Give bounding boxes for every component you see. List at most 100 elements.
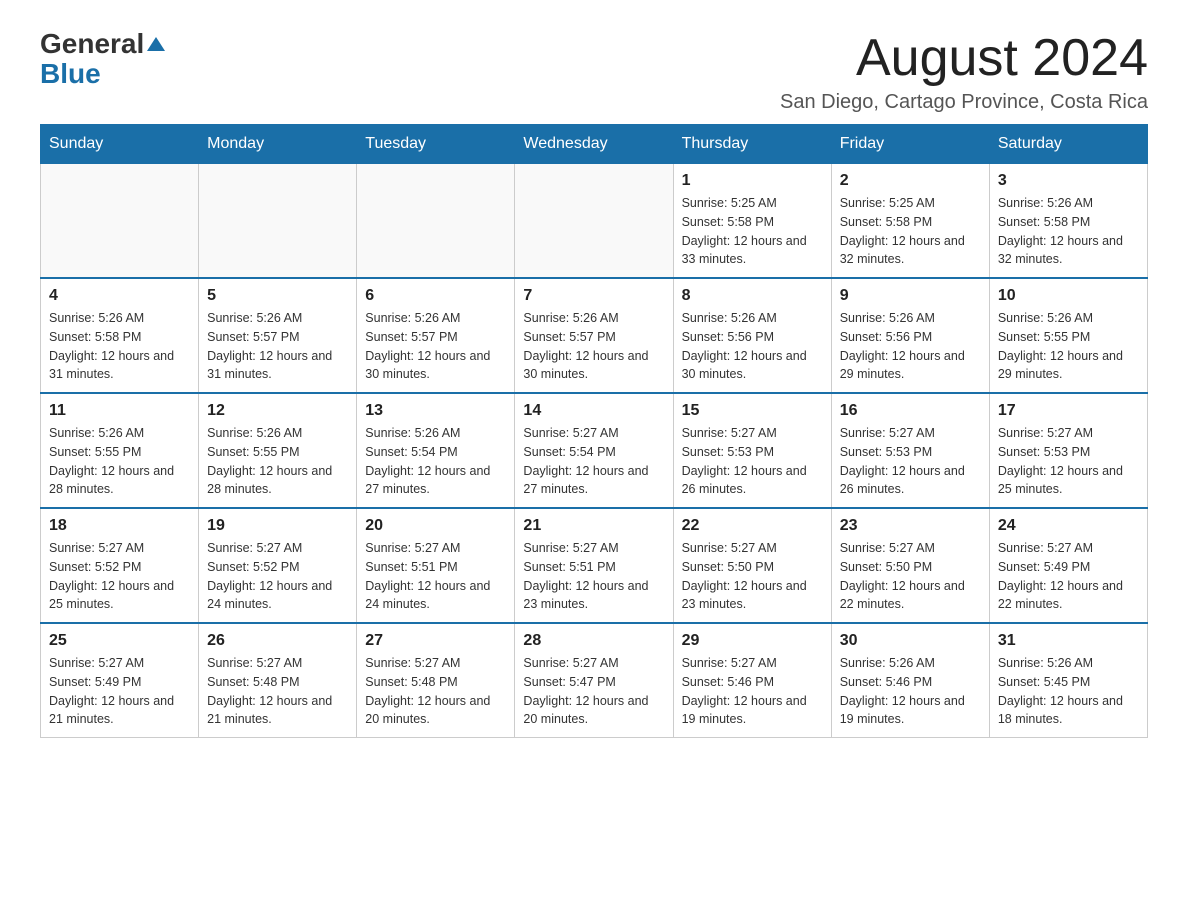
day-info: Sunrise: 5:27 AMSunset: 5:48 PMDaylight:… <box>365 654 506 729</box>
calendar-cell <box>41 164 199 279</box>
day-number: 20 <box>365 517 506 535</box>
day-info: Sunrise: 5:26 AMSunset: 5:57 PMDaylight:… <box>207 309 348 384</box>
calendar-week-row: 1 Sunrise: 5:25 AMSunset: 5:58 PMDaylight… <box>41 164 1148 279</box>
column-header-sunday: Sunday <box>41 125 199 164</box>
column-header-friday: Friday <box>831 125 989 164</box>
day-number: 3 <box>998 172 1139 190</box>
calendar-cell: 26 Sunrise: 5:27 AMSunset: 5:48 PMDayligh… <box>199 623 357 738</box>
day-info: Sunrise: 5:27 AMSunset: 5:53 PMDaylight:… <box>998 424 1139 499</box>
day-info: Sunrise: 5:26 AMSunset: 5:46 PMDaylight:… <box>840 654 981 729</box>
day-number: 31 <box>998 632 1139 650</box>
day-info: Sunrise: 5:27 AMSunset: 5:50 PMDaylight:… <box>840 539 981 614</box>
calendar-cell <box>515 164 673 279</box>
calendar-cell: 28 Sunrise: 5:27 AMSunset: 5:47 PMDayligh… <box>515 623 673 738</box>
calendar-week-row: 25 Sunrise: 5:27 AMSunset: 5:49 PMDayligh… <box>41 623 1148 738</box>
calendar-cell: 14 Sunrise: 5:27 AMSunset: 5:54 PMDayligh… <box>515 393 673 508</box>
calendar-week-row: 4Sunrise: 5:26 AMSunset: 5:58 PMDaylight… <box>41 278 1148 393</box>
calendar-week-row: 11 Sunrise: 5:26 AMSunset: 5:55 PMDayligh… <box>41 393 1148 508</box>
day-info: Sunrise: 5:27 AMSunset: 5:53 PMDaylight:… <box>840 424 981 499</box>
day-info: Sunrise: 5:26 AMSunset: 5:55 PMDaylight:… <box>207 424 348 499</box>
day-number: 29 <box>682 632 823 650</box>
day-number: 22 <box>682 517 823 535</box>
day-number: 25 <box>49 632 190 650</box>
day-info: Sunrise: 5:25 AMSunset: 5:58 PMDaylight:… <box>682 194 823 269</box>
column-header-monday: Monday <box>199 125 357 164</box>
calendar-cell: 9Sunrise: 5:26 AMSunset: 5:56 PMDaylight… <box>831 278 989 393</box>
calendar-cell: 29 Sunrise: 5:27 AMSunset: 5:46 PMDayligh… <box>673 623 831 738</box>
logo: General Blue <box>40 30 165 90</box>
day-info: Sunrise: 5:25 AMSunset: 5:58 PMDaylight:… <box>840 194 981 269</box>
day-info: Sunrise: 5:26 AMSunset: 5:45 PMDaylight:… <box>998 654 1139 729</box>
day-info: Sunrise: 5:26 AMSunset: 5:54 PMDaylight:… <box>365 424 506 499</box>
day-info: Sunrise: 5:27 AMSunset: 5:47 PMDaylight:… <box>523 654 664 729</box>
day-info: Sunrise: 5:27 AMSunset: 5:50 PMDaylight:… <box>682 539 823 614</box>
day-info: Sunrise: 5:27 AMSunset: 5:49 PMDaylight:… <box>998 539 1139 614</box>
day-number: 13 <box>365 402 506 420</box>
calendar-cell <box>199 164 357 279</box>
day-info: Sunrise: 5:26 AMSunset: 5:58 PMDaylight:… <box>49 309 190 384</box>
calendar-cell: 18 Sunrise: 5:27 AMSunset: 5:52 PMDayligh… <box>41 508 199 623</box>
day-number: 27 <box>365 632 506 650</box>
calendar-cell: 5Sunrise: 5:26 AMSunset: 5:57 PMDaylight… <box>199 278 357 393</box>
day-number: 23 <box>840 517 981 535</box>
day-number: 30 <box>840 632 981 650</box>
day-number: 18 <box>49 517 190 535</box>
day-info: Sunrise: 5:27 AMSunset: 5:54 PMDaylight:… <box>523 424 664 499</box>
day-number: 11 <box>49 402 190 420</box>
day-info: Sunrise: 5:27 AMSunset: 5:52 PMDaylight:… <box>49 539 190 614</box>
day-info: Sunrise: 5:26 AMSunset: 5:58 PMDaylight:… <box>998 194 1139 269</box>
day-number: 16 <box>840 402 981 420</box>
calendar-cell: 3 Sunrise: 5:26 AMSunset: 5:58 PMDaylight… <box>989 164 1147 279</box>
column-header-thursday: Thursday <box>673 125 831 164</box>
logo-blue: Blue <box>40 58 101 90</box>
column-header-wednesday: Wednesday <box>515 125 673 164</box>
calendar-cell: 30 Sunrise: 5:26 AMSunset: 5:46 PMDayligh… <box>831 623 989 738</box>
calendar-cell <box>357 164 515 279</box>
day-info: Sunrise: 5:26 AMSunset: 5:55 PMDaylight:… <box>998 309 1139 384</box>
page-header: General Blue August 2024 San Diego, Cart… <box>40 30 1148 114</box>
day-number: 14 <box>523 402 664 420</box>
calendar-cell: 15 Sunrise: 5:27 AMSunset: 5:53 PMDayligh… <box>673 393 831 508</box>
calendar-header-row: SundayMondayTuesdayWednesdayThursdayFrid… <box>41 125 1148 164</box>
calendar-cell: 1 Sunrise: 5:25 AMSunset: 5:58 PMDaylight… <box>673 164 831 279</box>
calendar-cell: 20 Sunrise: 5:27 AMSunset: 5:51 PMDayligh… <box>357 508 515 623</box>
calendar-cell: 27 Sunrise: 5:27 AMSunset: 5:48 PMDayligh… <box>357 623 515 738</box>
title-section: August 2024 San Diego, Cartago Province,… <box>780 30 1148 114</box>
calendar-cell: 24 Sunrise: 5:27 AMSunset: 5:49 PMDayligh… <box>989 508 1147 623</box>
day-info: Sunrise: 5:27 AMSunset: 5:48 PMDaylight:… <box>207 654 348 729</box>
calendar-cell: 25 Sunrise: 5:27 AMSunset: 5:49 PMDayligh… <box>41 623 199 738</box>
day-number: 1 <box>682 172 823 190</box>
day-info: Sunrise: 5:27 AMSunset: 5:46 PMDaylight:… <box>682 654 823 729</box>
day-info: Sunrise: 5:27 AMSunset: 5:53 PMDaylight:… <box>682 424 823 499</box>
calendar-cell: 22 Sunrise: 5:27 AMSunset: 5:50 PMDayligh… <box>673 508 831 623</box>
day-info: Sunrise: 5:26 AMSunset: 5:57 PMDaylight:… <box>365 309 506 384</box>
day-number: 26 <box>207 632 348 650</box>
day-number: 12 <box>207 402 348 420</box>
calendar-cell: 13 Sunrise: 5:26 AMSunset: 5:54 PMDayligh… <box>357 393 515 508</box>
day-info: Sunrise: 5:27 AMSunset: 5:51 PMDaylight:… <box>365 539 506 614</box>
day-number: 15 <box>682 402 823 420</box>
calendar-cell: 2Sunrise: 5:25 AMSunset: 5:58 PMDaylight… <box>831 164 989 279</box>
month-title: August 2024 <box>780 30 1148 87</box>
calendar-table: SundayMondayTuesdayWednesdayThursdayFrid… <box>40 124 1148 738</box>
column-header-tuesday: Tuesday <box>357 125 515 164</box>
day-info: Sunrise: 5:26 AMSunset: 5:57 PMDaylight:… <box>523 309 664 384</box>
calendar-week-row: 18 Sunrise: 5:27 AMSunset: 5:52 PMDayligh… <box>41 508 1148 623</box>
calendar-cell: 31 Sunrise: 5:26 AMSunset: 5:45 PMDayligh… <box>989 623 1147 738</box>
day-number: 19 <box>207 517 348 535</box>
day-info: Sunrise: 5:27 AMSunset: 5:52 PMDaylight:… <box>207 539 348 614</box>
calendar-cell: 11Sunrise: 5:26 AMSunset: 5:55 PMDayligh… <box>41 393 199 508</box>
day-number: 10 <box>998 287 1139 305</box>
day-info: Sunrise: 5:26 AMSunset: 5:56 PMDaylight:… <box>682 309 823 384</box>
location-title: San Diego, Cartago Province, Costa Rica <box>780 91 1148 114</box>
calendar-cell: 6Sunrise: 5:26 AMSunset: 5:57 PMDaylight… <box>357 278 515 393</box>
calendar-cell: 10 Sunrise: 5:26 AMSunset: 5:55 PMDayligh… <box>989 278 1147 393</box>
column-header-saturday: Saturday <box>989 125 1147 164</box>
day-number: 28 <box>523 632 664 650</box>
calendar-cell: 12 Sunrise: 5:26 AMSunset: 5:55 PMDayligh… <box>199 393 357 508</box>
day-info: Sunrise: 5:27 AMSunset: 5:49 PMDaylight:… <box>49 654 190 729</box>
day-number: 24 <box>998 517 1139 535</box>
day-number: 9 <box>840 287 981 305</box>
calendar-cell: 23 Sunrise: 5:27 AMSunset: 5:50 PMDayligh… <box>831 508 989 623</box>
calendar-cell: 17Sunrise: 5:27 AMSunset: 5:53 PMDayligh… <box>989 393 1147 508</box>
